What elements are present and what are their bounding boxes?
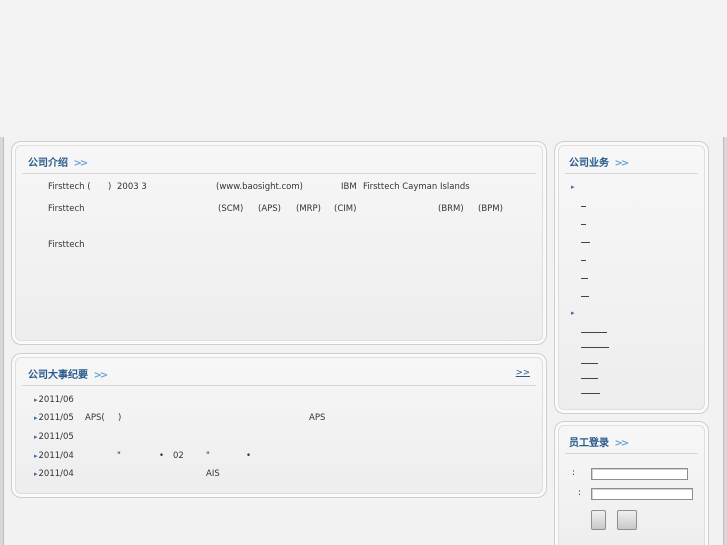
intro-text: Firsttech [48,204,85,214]
bullet-arrow-icon: ▸ [34,414,38,422]
event-row[interactable]: ▸2011/04 AIS [34,469,220,479]
password-input[interactable] [591,488,693,500]
event-date: 2011/05 [38,413,74,423]
intro-text: (BRM) [438,204,464,214]
business-subitem[interactable] [581,224,586,225]
intro-text: 2003 3 [117,182,147,192]
event-row[interactable]: ▸2011/05 [34,432,74,442]
business-subitem[interactable] [581,278,588,279]
staff-login-panel: 员工登录 >> : : [554,421,709,545]
company-intro-title-text: 公司介绍 [28,158,68,169]
username-input[interactable] [591,468,688,480]
title-divider [565,173,698,174]
company-intro-panel: 公司介绍 >> Firsttech ( ) 2003 3 (www.baosig… [11,141,547,345]
event-text: " [117,451,121,461]
event-text: ) [118,413,122,423]
business-subitem[interactable] [581,347,609,348]
event-text: • [159,451,165,461]
event-text: APS [309,413,326,423]
password-label: : [578,488,582,498]
business-subitem[interactable] [581,296,589,297]
business-subitem[interactable] [581,260,586,261]
event-text: APS( [85,413,105,423]
title-divider [22,385,536,386]
event-text: • [246,451,252,461]
intro-text: IBM [341,182,357,192]
event-date: 2011/04 [38,469,74,479]
business-subitem[interactable] [581,206,586,207]
staff-login-title: 员工登录 >> [569,434,629,449]
intro-text: Firsttech [48,240,85,250]
company-business-title-text: 公司业务 [569,158,609,169]
top-banner-area [0,0,727,137]
business-subitem[interactable] [581,393,600,394]
staff-login-title-text: 员工登录 [569,438,609,449]
intro-text: (BPM) [478,204,503,214]
bullet-arrow-icon: ▸ [34,433,38,441]
company-business-title: 公司业务 >> [569,154,629,169]
business-subitem[interactable] [581,242,590,243]
company-events-title: 公司大事纪要 >> [28,366,108,381]
intro-text: ) [108,182,112,192]
more-events-link[interactable]: >> [516,368,530,378]
chevron-right-icon: >> [73,158,88,169]
chevron-right-icon: >> [614,158,629,169]
intro-text: (APS) [258,204,281,214]
intro-text: (MRP) [296,204,321,214]
event-date: 2011/04 [38,451,74,461]
event-date: 2011/05 [38,432,74,442]
event-text: " [206,451,210,461]
chevron-right-icon: >> [93,370,108,381]
event-date: 2011/06 [38,395,74,405]
intro-link-text: (www.baosight.com) [216,182,303,192]
bullet-arrow-icon[interactable]: ▸ [571,183,575,191]
event-text: AIS [206,469,220,479]
company-business-panel: 公司业务 >> ▸ ▸ [554,141,709,414]
event-row[interactable]: ▸2011/06 [34,395,74,405]
right-rail [723,137,727,545]
event-text: 02 [173,451,184,461]
company-events-panel: 公司大事纪要 >> >> ▸2011/06 ▸2011/05 APS( ) AP… [11,353,547,498]
reset-button[interactable] [617,510,637,530]
chevron-right-icon: >> [614,438,629,449]
bullet-arrow-icon[interactable]: ▸ [571,309,575,317]
company-intro-title: 公司介绍 >> [28,154,88,169]
title-divider [22,173,536,174]
intro-text: Firsttech ( [48,182,91,192]
title-divider [565,453,698,454]
left-rail [0,137,4,545]
company-events-title-text: 公司大事纪要 [28,370,88,381]
bullet-arrow-icon: ▸ [34,470,38,478]
business-subitem[interactable] [581,332,607,333]
intro-text: (CIM) [334,204,357,214]
bullet-arrow-icon: ▸ [34,396,38,404]
business-subitem[interactable] [581,363,598,364]
intro-text: (SCM) [218,204,244,214]
bullet-arrow-icon: ▸ [34,452,38,460]
event-row[interactable]: ▸2011/05 APS( ) APS [34,413,325,423]
username-label: : [572,468,576,478]
intro-text: Firsttech Cayman Islands [363,182,470,192]
business-subitem[interactable] [581,378,598,379]
event-row[interactable]: ▸2011/04 " • 02 " • [34,451,251,461]
login-button[interactable] [591,510,606,530]
